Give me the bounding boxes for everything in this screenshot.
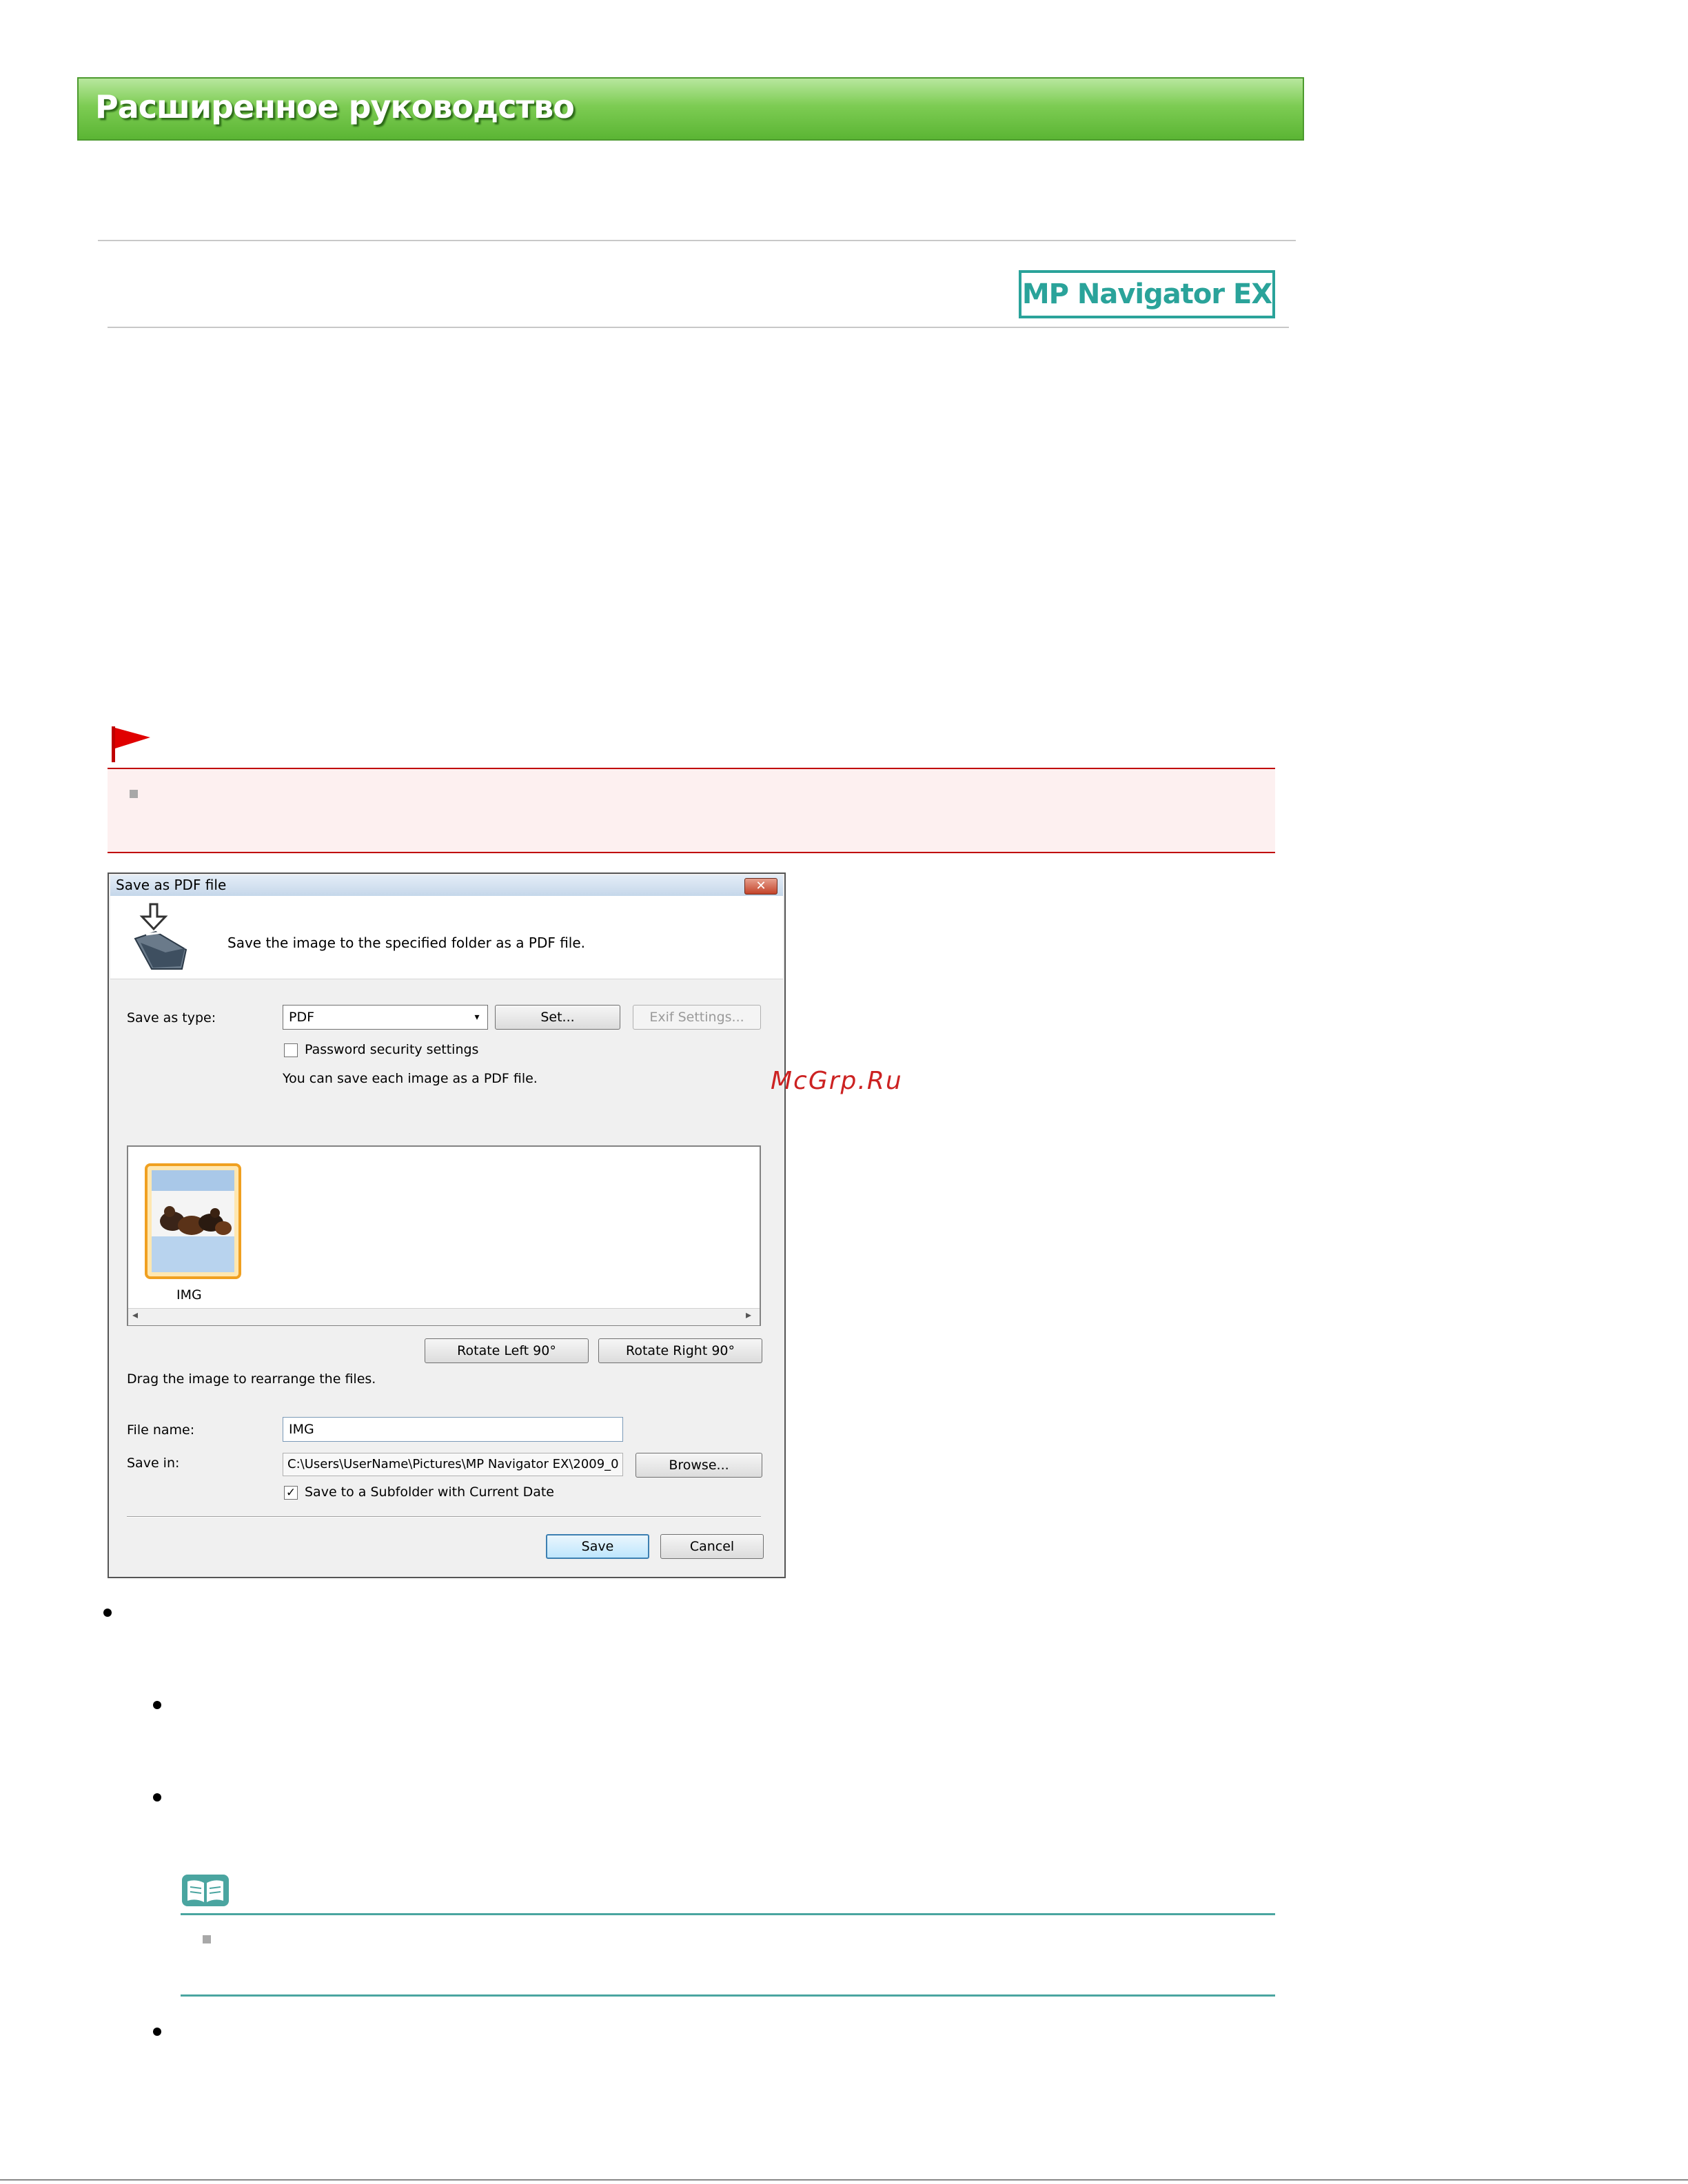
save-in-label: Save in: [127, 1456, 180, 1471]
important-box [108, 768, 1275, 853]
thumbnail-caption: IMG [176, 1287, 202, 1303]
open-book-icon [182, 1875, 229, 1906]
red-flag-icon [112, 726, 150, 762]
close-button[interactable]: ✕ [744, 878, 777, 895]
rotate-left-button[interactable]: Rotate Left 90° [425, 1338, 589, 1363]
watermark: McGrp.Ru [771, 1067, 903, 1095]
note-top-rule [181, 1913, 1275, 1915]
browse-button[interactable]: Browse... [635, 1453, 762, 1478]
logo-divider [108, 327, 1289, 328]
password-security-checkbox[interactable] [284, 1043, 298, 1057]
drag-hint-text: Drag the image to rearrange the files. [127, 1371, 376, 1387]
save-in-path-field: C:\Users\UserName\Pictures\MP Navigator … [283, 1453, 623, 1476]
photo-thumbnail[interactable] [152, 1170, 234, 1272]
pdf-info-text: You can save each image as a PDF file. [283, 1071, 538, 1086]
product-logo: MP Navigator EX [1019, 270, 1275, 318]
rotate-right-button[interactable]: Rotate Right 90° [598, 1338, 762, 1363]
list-bullet [153, 1701, 161, 1709]
note-bottom-rule [181, 1994, 1275, 1997]
cancel-button[interactable]: Cancel [660, 1534, 764, 1559]
important-bullet [130, 790, 138, 798]
footer-rule [0, 2179, 1688, 2181]
dialog-description: Save the image to the specified folder a… [227, 935, 586, 951]
save-as-type-value: PDF [289, 1010, 315, 1025]
top-divider [98, 240, 1296, 241]
list-bullet [153, 1793, 161, 1802]
page-title: Расширенное руководство [95, 88, 575, 125]
list-bullet [153, 2028, 161, 2036]
file-name-input[interactable] [283, 1417, 623, 1442]
horizontal-scrollbar[interactable] [128, 1308, 760, 1325]
set-button[interactable]: Set... [495, 1005, 620, 1030]
file-name-label: File name: [127, 1422, 195, 1438]
note-bullet [203, 1935, 211, 1943]
list-bullet [103, 1609, 112, 1617]
folder-arrow-icon [134, 903, 187, 970]
subfolder-date-label[interactable]: Save to a Subfolder with Current Date [305, 1484, 554, 1500]
scroll-left-arrow-icon[interactable]: ◂ [132, 1308, 138, 1321]
dialog-title: Save as PDF file [116, 877, 227, 893]
dialog-footer-divider [127, 1516, 761, 1518]
save-as-type-label: Save as type: [127, 1010, 216, 1025]
save-button[interactable]: Save [546, 1534, 649, 1559]
save-as-type-select[interactable]: PDF [283, 1005, 488, 1030]
subfolder-date-checkbox[interactable]: ✓ [284, 1486, 298, 1500]
close-icon: ✕ [755, 879, 766, 893]
password-security-label[interactable]: Password security settings [305, 1042, 478, 1057]
chevron-down-icon[interactable]: ▾ [469, 1006, 485, 1028]
scroll-right-arrow-icon[interactable]: ▸ [746, 1308, 751, 1321]
exif-settings-button[interactable]: Exif Settings... [633, 1005, 761, 1030]
